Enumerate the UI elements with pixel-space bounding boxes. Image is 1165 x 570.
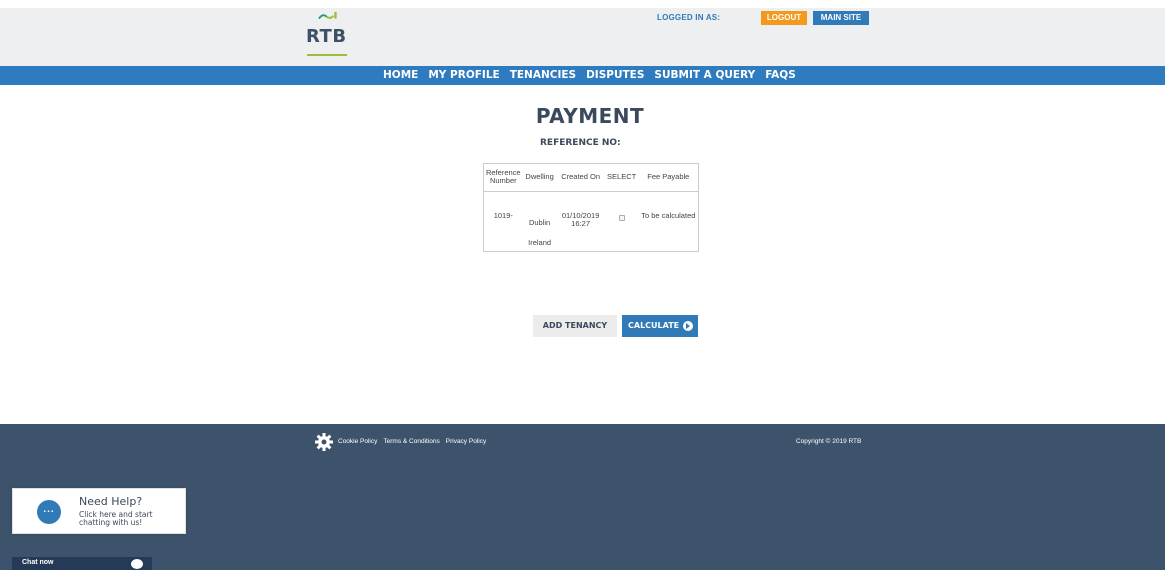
chat-subtitle: Click here and start chatting with us! [79, 510, 153, 527]
arrow-circle-icon [683, 321, 693, 331]
table-header-row: Reference Number Dwelling Created On SEL… [484, 164, 698, 192]
logo-text[interactable]: RTB [306, 26, 347, 47]
page-title: PAYMENT [535, 104, 645, 128]
chat-title: Need Help? [79, 495, 143, 508]
copyright: Copyright © 2019 RTB [796, 438, 862, 445]
col-dwelling: Dwelling [522, 164, 557, 192]
privacy-policy-link[interactable]: Privacy Policy [446, 438, 486, 445]
tenancy-table: Reference Number Dwelling Created On SEL… [483, 163, 699, 252]
main-nav: HOME MY PROFILE TENANCIES DISPUTES SUBMI… [0, 66, 1165, 85]
nav-item-submit-query[interactable]: SUBMIT A QUERY [654, 66, 755, 85]
chat-now-bar[interactable]: Chat now [12, 557, 152, 570]
calculate-label: CALCULATE [628, 321, 680, 330]
cell-created-on: 01/10/2019 16:27 [561, 210, 600, 228]
cell-reference: 1019- [493, 210, 513, 220]
table-row: 1019- Dublin Ireland 01/10/2019 16:27 To… [484, 191, 698, 247]
terms-conditions-link[interactable]: Terms & Conditions [383, 438, 439, 445]
col-created-on: Created On [556, 164, 605, 192]
chat-bubble-icon: ... [37, 500, 61, 524]
nav-item-my-profile[interactable]: MY PROFILE [428, 66, 499, 85]
dwelling-city: Dublin [528, 217, 551, 227]
header: RTB LOGGED IN AS: LOGOUT MAIN SITE [0, 8, 1165, 66]
chat-now-label: Chat now [22, 559, 54, 566]
nav-item-home[interactable]: HOME [383, 66, 418, 85]
cell-dwelling: Dublin Ireland [523, 191, 557, 247]
nav-item-faqs[interactable]: FAQS [765, 66, 796, 85]
col-reference-number: Reference Number [484, 164, 523, 192]
dwelling-country: Ireland [528, 237, 552, 247]
logout-button[interactable]: LOGOUT [761, 11, 807, 25]
reference-label: REFERENCE NO: [540, 138, 621, 148]
main-site-button[interactable]: MAIN SITE [813, 11, 869, 25]
nav-item-tenancies[interactable]: TENANCIES [510, 66, 576, 85]
chat-help-card[interactable]: ... Need Help? Click here and start chat… [12, 488, 186, 534]
chat-toggle-icon[interactable] [131, 559, 143, 569]
logged-in-label: LOGGED IN AS: [657, 13, 721, 22]
top-strip [0, 0, 1165, 8]
nav-item-disputes[interactable]: DISPUTES [586, 66, 644, 85]
gear-icon[interactable] [314, 432, 334, 452]
col-fee-payable: Fee Payable [638, 164, 698, 192]
footer-links: Cookie Policy Terms & Conditions Privacy… [338, 438, 486, 445]
add-tenancy-button[interactable]: ADD TENANCY [533, 315, 617, 337]
calculate-button[interactable]: CALCULATE [622, 315, 698, 337]
logo-underline [307, 54, 347, 56]
col-select: SELECT [604, 164, 639, 192]
cell-select [605, 191, 639, 247]
nav-items: HOME MY PROFILE TENANCIES DISPUTES SUBMI… [383, 66, 796, 85]
select-checkbox[interactable] [618, 214, 625, 221]
cookie-policy-link[interactable]: Cookie Policy [338, 438, 377, 445]
page: RTB LOGGED IN AS: LOGOUT MAIN SITE HOME … [0, 0, 1165, 570]
cell-fee: To be calculated [641, 210, 696, 220]
